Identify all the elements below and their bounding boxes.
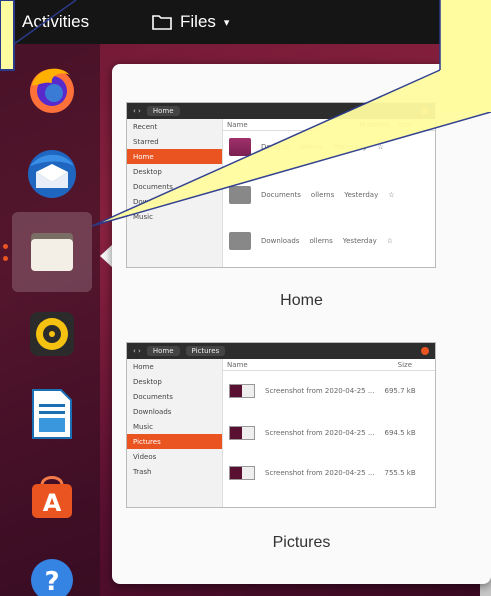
sidebar-item-selected: Pictures [127,434,222,449]
preview-caption-home[interactable]: Home [112,292,491,310]
sidebar-item: Downloads [133,407,172,416]
activities-button[interactable]: Activities [0,0,118,44]
thumbnail-file-list: Name Modified Star Desktop ollerns Yeste… [223,119,435,267]
dock-item-thunderbird[interactable] [12,134,92,214]
files-icon [31,233,73,271]
activities-label: Activities [22,12,90,31]
close-icon [421,107,429,115]
running-indicator [3,244,8,249]
preview-caption-pictures[interactable]: Pictures [112,534,491,552]
image-thumbnail [229,426,255,440]
dock-item-firefox[interactable] [12,49,92,129]
image-thumbnail [229,384,255,398]
back-forward-icon: ‹ › [133,347,141,355]
svg-text:?: ? [44,567,59,596]
file-row: Documents ollerns Yesterday ☆ [229,185,431,205]
running-indicator [3,256,8,261]
rhythmbox-icon [30,312,74,356]
sidebar-item: Videos [133,452,157,461]
dock-item-rhythmbox[interactable] [12,294,92,374]
path-home: Home [146,346,180,356]
firefox-icon [30,68,74,113]
thumbnail-headerbar: ‹ › Home [127,103,435,119]
window-thumbnail-home[interactable]: ‹ › Home Recent Starred Home Desktop Doc… [126,102,436,268]
app-menu-files[interactable]: Files ▾ [152,0,229,44]
sidebar-item: Documents [133,182,173,191]
help-icon: ? [31,559,73,596]
folder-icon [229,186,251,204]
sidebar-item: Recent [133,122,158,131]
window-thumbnail-pictures[interactable]: ‹ › Home Pictures Home Desktop Documents… [126,342,436,508]
folder-icon [152,15,172,30]
chevron-down-icon: ▾ [223,16,230,29]
folder-icon [229,138,251,156]
sidebar-item: Music [133,212,153,221]
sidebar-item: Downloads [133,197,172,206]
file-row: Screenshot from 2020-04-25 ... 755.5 kB [229,463,431,483]
dock-item-writer[interactable] [12,374,92,454]
dock: A ? [0,44,100,596]
dock-item-ubuntu-software[interactable]: A [12,456,92,536]
thumbnail-sidebar: Home Desktop Documents Downloads Music P… [127,359,223,507]
top-bar: Activities Files ▾ [0,0,491,44]
image-thumbnail [229,466,255,480]
path-home: Home [146,106,180,116]
close-icon [421,347,429,355]
folder-icon [229,232,251,250]
software-icon: A [32,476,72,518]
sidebar-item: Documents [133,392,173,401]
file-row: Desktop ollerns Yesterday ☆ [229,137,431,157]
writer-icon [32,389,72,439]
thumbnail-file-list: Name Size Screenshot from 2020-04-25 ...… [223,359,435,507]
dock-item-files[interactable] [12,212,92,292]
star-icon: ☆ [377,143,384,151]
thunderbird-icon [28,150,76,198]
app-menu-label: Files [180,12,216,31]
dock-item-help[interactable]: ? [12,536,92,596]
sidebar-item: Trash [133,467,152,476]
svg-text:A: A [43,489,62,517]
thumbnail-sidebar: Recent Starred Home Desktop Documents Do… [127,119,223,267]
sidebar-item: Desktop [133,377,162,386]
path-pictures: Pictures [185,346,226,356]
sidebar-item: Music [133,422,153,431]
file-row: Downloads ollerns Yesterday ☆ [229,231,431,251]
back-forward-icon: ‹ › [133,107,141,115]
sidebar-item-selected: Home [127,149,222,164]
column-header: Name Size [223,359,435,371]
star-icon: ☆ [386,237,394,245]
sidebar-item: Starred [133,137,159,146]
star-icon: ☆ [388,191,395,199]
sidebar-item: Desktop [133,167,162,176]
file-row: Screenshot from 2020-04-25 ... 694.5 kB [229,423,431,443]
thumbnail-headerbar: ‹ › Home Pictures [127,343,435,359]
sidebar-item: Home [133,362,154,371]
file-row: Screenshot from 2020-04-25 ... 695.7 kB [229,381,431,401]
column-header: Name Modified Star [223,119,435,131]
